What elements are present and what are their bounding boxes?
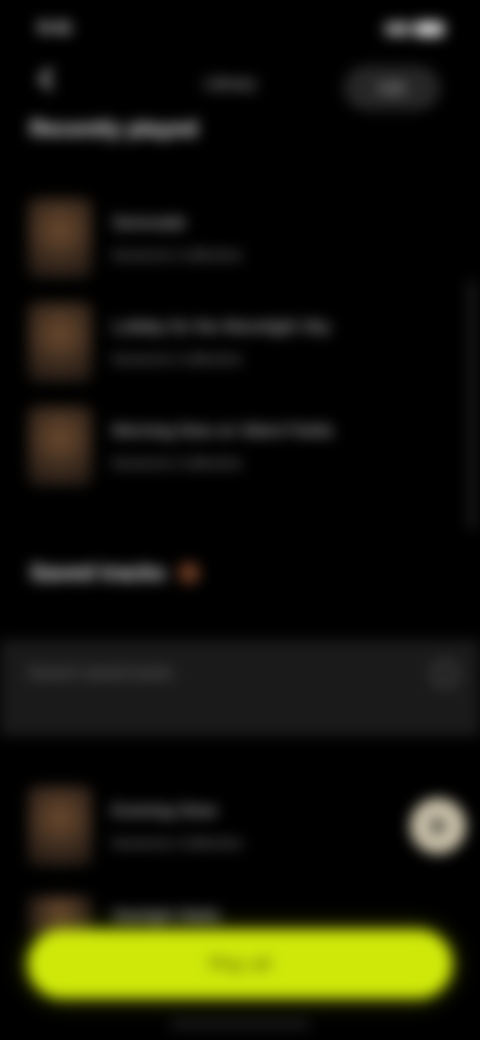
track-title: Serenade (112, 212, 186, 232)
track-title: Morning Dew on Silent Fields (112, 420, 334, 440)
saved-section-title: Saved tracks (30, 560, 200, 586)
recent-track-row[interactable]: Serenade Nocturne Collective (28, 196, 448, 280)
saved-section-label: Saved tracks (30, 560, 166, 585)
search-input[interactable]: Search saved tracks (28, 654, 458, 694)
recent-section-title: Recently played (30, 116, 198, 141)
play-button[interactable] (410, 798, 466, 854)
scrollbar[interactable] (468, 280, 476, 530)
track-artwork (28, 302, 92, 382)
recent-track-row[interactable]: Morning Dew on Silent Fields Nocturne Co… (28, 404, 448, 488)
play-all-label: Play all (208, 953, 272, 974)
recent-track-row[interactable]: Lullaby for the Moonlight Sky Nocturne C… (28, 300, 448, 384)
track-title: Lullaby for the Moonlight Sky (112, 316, 331, 336)
track-artwork (28, 786, 92, 866)
track-subtitle: Nocturne Collective (112, 246, 243, 264)
track-artwork (28, 198, 92, 278)
status-time: 9:41 (38, 18, 73, 37)
back-button[interactable] (36, 66, 62, 92)
play-all-button[interactable]: Play all (28, 930, 452, 998)
signal-icon (386, 23, 408, 35)
track-artwork (28, 406, 92, 486)
search-placeholder: Search saved tracks (28, 665, 173, 682)
track-title: Starlight Waltz (112, 906, 221, 925)
page-title: Library (204, 74, 256, 93)
edit-button-label: Edit (379, 79, 405, 97)
new-indicator-icon (177, 562, 200, 584)
track-title: Evening Glow (112, 800, 217, 820)
play-icon (433, 817, 447, 835)
search-icon[interactable] (432, 661, 458, 687)
status-icons (386, 22, 444, 36)
home-indicator (170, 1022, 310, 1027)
status-bar: 9:41 (0, 14, 480, 44)
battery-icon (414, 22, 444, 36)
track-subtitle: Nocturne Collective (112, 350, 243, 368)
edit-button[interactable]: Edit (344, 66, 440, 110)
track-subtitle: Nocturne Collective (112, 454, 243, 472)
chevron-left-icon (38, 67, 62, 91)
track-subtitle: Nocturne Collective (112, 834, 243, 852)
saved-track-row[interactable]: Evening Glow Nocturne Collective (28, 784, 466, 868)
